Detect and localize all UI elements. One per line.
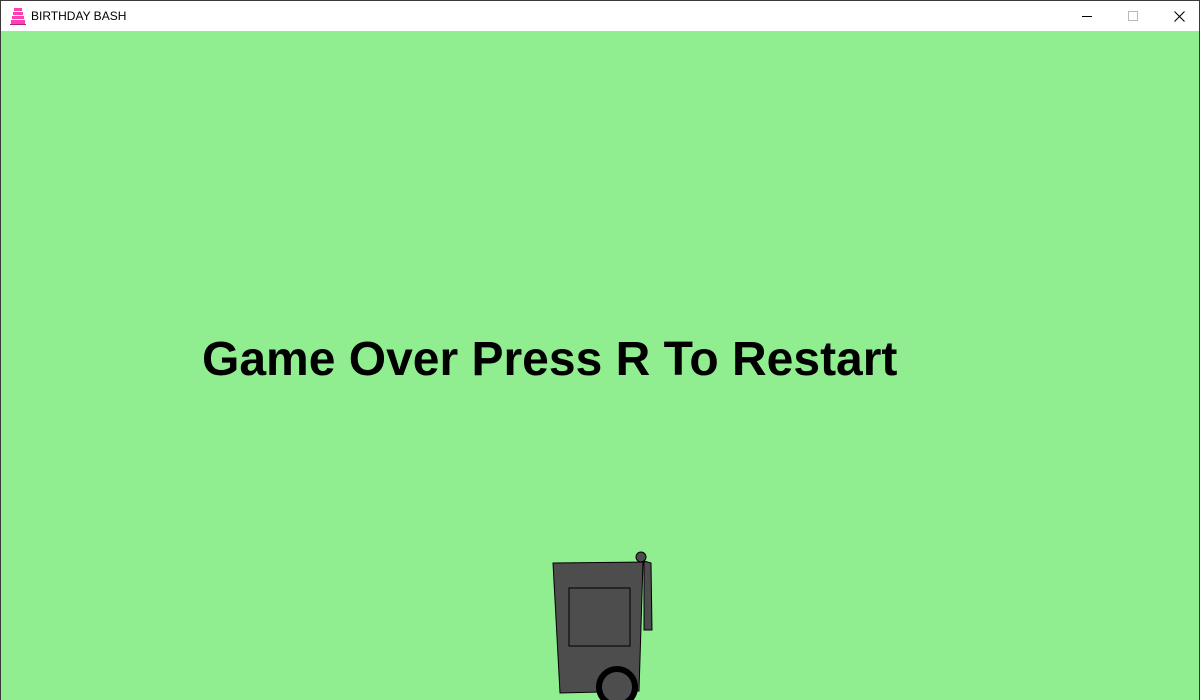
player-handle-knob [635, 551, 647, 563]
game-canvas[interactable]: Game Over Press R To Restart [1, 31, 1199, 700]
title-bar[interactable]: BIRTHDAY BASH [1, 1, 1199, 31]
maximize-icon [1128, 11, 1138, 21]
player-handle [643, 560, 653, 631]
close-button[interactable] [1156, 1, 1199, 31]
minimize-button[interactable] [1064, 1, 1110, 31]
window-title: BIRTHDAY BASH [31, 9, 127, 23]
close-icon [1173, 10, 1185, 22]
cake-icon [10, 8, 26, 25]
app-window: BIRTHDAY BASH Game Over Press R To Resta… [0, 0, 1200, 700]
minimize-icon [1082, 16, 1092, 17]
maximize-button[interactable] [1110, 1, 1156, 31]
game-over-message: Game Over Press R To Restart [202, 333, 898, 386]
player-window [568, 587, 631, 647]
player-wheel [596, 666, 638, 700]
trash-can-player [552, 551, 653, 700]
